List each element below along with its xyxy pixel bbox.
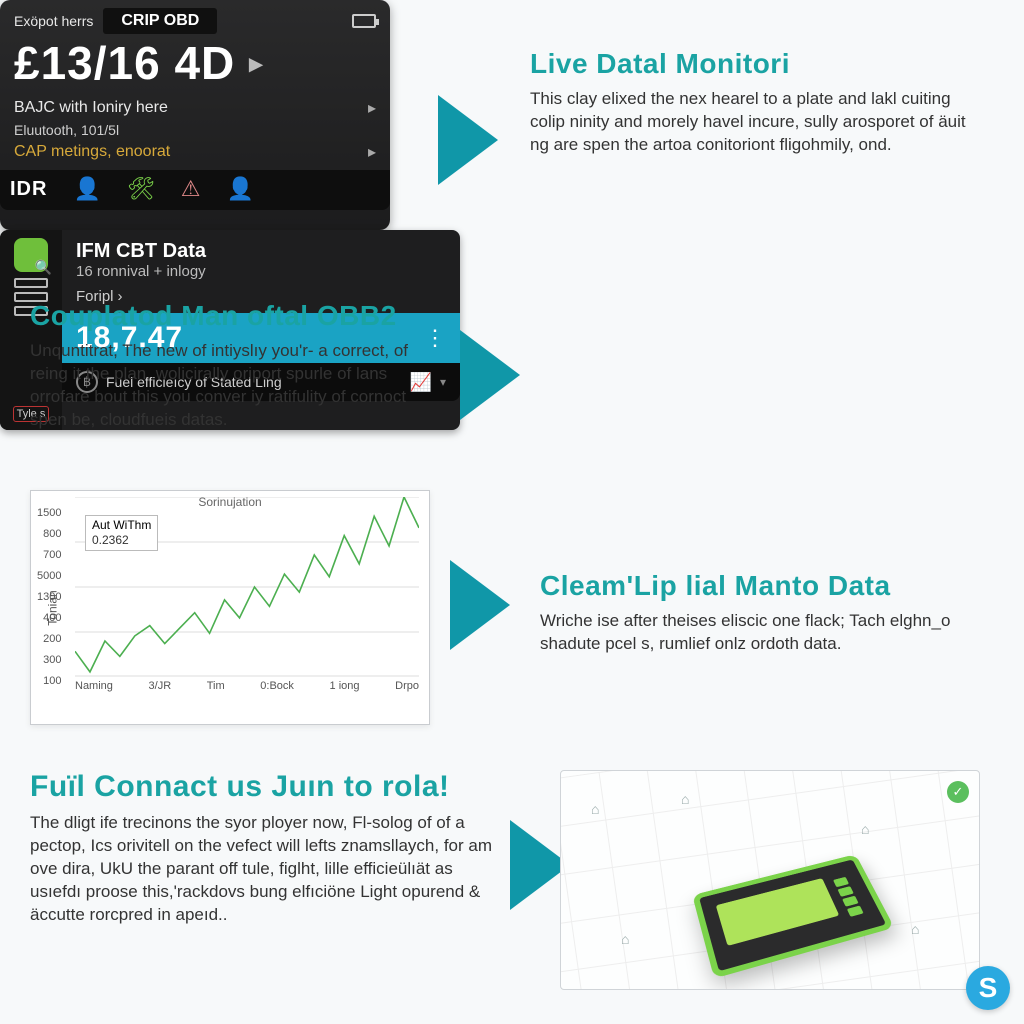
ytick: 1500 bbox=[37, 507, 61, 519]
wrench-icon[interactable]: 🛠 bbox=[127, 176, 155, 202]
arrow-icon bbox=[438, 95, 498, 185]
ytick: 300 bbox=[43, 654, 61, 666]
person-icon[interactable]: 👤 bbox=[73, 176, 100, 202]
map-marker-icon: ⌂ bbox=[621, 931, 629, 947]
chevron-right-icon[interactable]: ▸ bbox=[249, 48, 263, 79]
obd-footer-bar: IDR 👤 🛠 ⚠ 👤 bbox=[0, 170, 390, 210]
obd-main-reading: £13/16 4D ▸ bbox=[14, 36, 376, 90]
xtick: Tim bbox=[207, 680, 225, 692]
section2-text: Couplatod Man oftal OBB2 Unquntitrat, Th… bbox=[30, 300, 440, 432]
chevron-right-icon: ▸ bbox=[368, 142, 376, 162]
section4-text: Fuïl Connact us Juın to rola! The dligt … bbox=[30, 770, 500, 927]
ytick: 200 bbox=[43, 633, 61, 645]
obd-device-panel: Exöpot herrs CRIP OBD £13/16 4D ▸ BAJC w… bbox=[0, 0, 390, 230]
skype-letter: S bbox=[979, 972, 998, 1004]
warning-icon[interactable]: ⚠ bbox=[181, 176, 201, 202]
map-marker-icon: ⌂ bbox=[861, 821, 869, 837]
section1-body: This clay elixed the nex hearel to a pla… bbox=[530, 88, 980, 157]
map-marker-icon: ⌂ bbox=[911, 921, 919, 937]
battery-icon bbox=[352, 14, 376, 28]
obd-topbar: Exöpot herrs CRIP OBD bbox=[14, 8, 376, 34]
obd-row-1-sub: Eluutooth, 101/5l bbox=[14, 120, 376, 140]
map-marker-icon: ⌂ bbox=[591, 801, 599, 817]
xtick: 0:Bock bbox=[260, 680, 294, 692]
ytick: 100 bbox=[43, 675, 61, 687]
chart-xticks: Naming 3/JR Tim 0:Bock 1 iong Drpo bbox=[75, 680, 419, 692]
chart-legend-value: 0.2362 bbox=[92, 533, 151, 548]
obd-main-value: £13/16 4D bbox=[14, 36, 235, 90]
obd-pretext: Exöpot herrs bbox=[14, 13, 93, 29]
obd-row1-label: BAJC with Ioniry here bbox=[14, 99, 368, 117]
skype-icon[interactable]: S bbox=[966, 966, 1010, 1010]
section3-heading: Cleam'Lip lial Manto Data bbox=[540, 570, 980, 602]
obd-row2-label: CAP metings, enoorat bbox=[14, 143, 368, 161]
section4-heading: Fuïl Connact us Juın to rola! bbox=[30, 770, 500, 804]
chart-title: Sorinujation bbox=[198, 495, 261, 509]
chevron-down-icon[interactable]: ▾ bbox=[440, 375, 446, 389]
scanner-buttons bbox=[832, 874, 871, 918]
obd-row-1[interactable]: BAJC with Ioniry here ▸ bbox=[14, 96, 376, 120]
obd-row1-sub-label: Eluutooth, 101/5l bbox=[14, 122, 376, 138]
section1-text: Live Datal Monitori This clay elixed the… bbox=[530, 48, 980, 157]
obd-footer-label: IDR bbox=[10, 178, 47, 201]
map-marker-icon: ⌂ bbox=[681, 791, 689, 807]
obd-tab-label[interactable]: CRIP OBD bbox=[103, 8, 217, 34]
search-bubble-icon[interactable] bbox=[14, 238, 48, 272]
xtick: 3/JR bbox=[149, 680, 172, 692]
obd-row-2[interactable]: CAP metings, enoorat ▸ bbox=[14, 140, 376, 164]
widget-subtitle: 16 ronnival + inlogy bbox=[76, 263, 446, 280]
section1-heading: Live Datal Monitori bbox=[530, 48, 980, 80]
arrow-icon bbox=[450, 560, 510, 650]
chart-legend: Aut WiThm 0.2362 bbox=[85, 515, 158, 551]
ytick: 5000 bbox=[37, 570, 61, 582]
section4-body: The dligt ife trecinons the syor ployer … bbox=[30, 812, 500, 927]
ytick: 400 bbox=[43, 612, 61, 624]
ytick: 700 bbox=[43, 549, 61, 561]
scanner-screen bbox=[716, 878, 840, 946]
chart-legend-name: Aut WiThm bbox=[92, 518, 151, 533]
check-badge-icon: ✓ bbox=[947, 781, 969, 803]
arrow-icon bbox=[460, 330, 520, 420]
line-chart: Sorinujation Aut WiThm 0.2362 Tonian 150… bbox=[30, 490, 430, 725]
xtick: Naming bbox=[75, 680, 113, 692]
chart-yticks: 1500 800 700 5000 1300 400 200 300 100 bbox=[37, 507, 61, 687]
section2-body: Unquntitrat, The new of intiyslıy you'r-… bbox=[30, 340, 440, 432]
xtick: 1 iong bbox=[330, 680, 360, 692]
widget-title: IFM CBT Data bbox=[76, 240, 446, 263]
ytick: 1300 bbox=[37, 591, 61, 603]
chevron-right-icon: ▸ bbox=[368, 98, 376, 118]
section2-heading: Couplatod Man oftal OBB2 bbox=[30, 300, 440, 332]
map-device-panel: ⌂ ⌂ ⌂ ⌂ ⌂ ✓ bbox=[560, 770, 980, 990]
xtick: Drpo bbox=[395, 680, 419, 692]
section3-text: Cleam'Lip lial Manto Data Wriche ise aft… bbox=[540, 570, 980, 656]
obd-rows: BAJC with Ioniry here ▸ Eluutooth, 101/5… bbox=[14, 96, 376, 164]
ytick: 800 bbox=[43, 528, 61, 540]
section3-body: Wriche ise after theises eliscic one fla… bbox=[540, 610, 980, 656]
person-icon[interactable]: 👤 bbox=[227, 176, 254, 202]
